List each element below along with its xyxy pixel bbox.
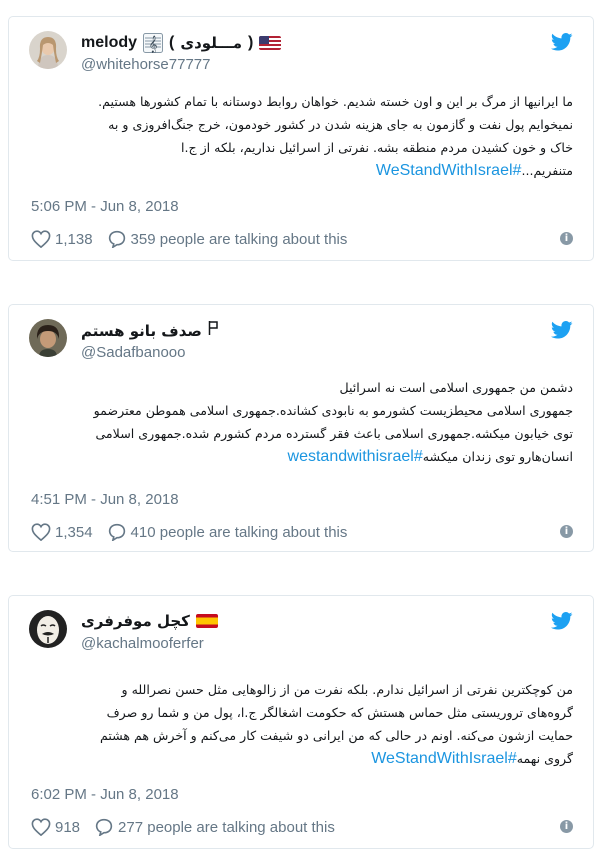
tweet-line: توی خیابون میکشه.جمهوری اسلامی باعث فقر … [95, 426, 573, 441]
tweet-line: خاک و خون کشیدن مردم منطقه بشه. نفرتی از… [180, 140, 573, 155]
avatar[interactable] [29, 610, 67, 648]
tweet-line-last: گروی نهمه#WeStandWithIsrael [29, 747, 573, 770]
talking-count: 277 people are talking about this [118, 818, 335, 836]
author-name[interactable]: melody [81, 34, 137, 52]
treble-clef-icon: 𝄞 [143, 33, 164, 53]
tweet-timestamp[interactable]: 5:06 PM - Jun 8, 2018 [31, 198, 179, 215]
author-name[interactable]: صدف بانو هستم [81, 322, 202, 340]
tweet-line: انسان‌هارو توی زندان میکشه [422, 449, 573, 464]
comment-icon [108, 523, 125, 541]
tweet-card: صدف بانو هستم @Sadafbanooo دشمن من جمهور… [8, 304, 594, 552]
author-name-row[interactable]: melody 𝄞 ( مـــلودی ) [81, 33, 282, 53]
author-handle[interactable]: @Sadafbanooo [81, 344, 185, 361]
info-icon[interactable]: i [560, 525, 573, 538]
like-action[interactable]: 1,138 [31, 230, 93, 248]
us-flag-icon [259, 36, 282, 50]
tweet-text: من کوچکترین نفرتی از اسرائیل ندارم. بلکه… [29, 678, 573, 770]
like-action[interactable]: 918 [31, 818, 80, 836]
tweet-card: melody 𝄞 ( مـــلودی ) @whitehorse77777 م… [8, 16, 594, 261]
twitter-bird-icon[interactable] [551, 612, 573, 630]
like-action[interactable]: 1,354 [31, 523, 93, 541]
author-name-row[interactable]: صدف بانو هستم [81, 321, 218, 340]
twitter-bird-icon[interactable] [551, 33, 573, 51]
tweet-line-last: انسان‌هارو توی زندان میکشه#westandwithis… [29, 445, 573, 468]
heart-icon [31, 818, 51, 836]
name-paren-close: ) [247, 34, 254, 51]
avatar[interactable] [29, 319, 67, 357]
tweet-line: حمایت ازشون می‌کنه. اونم در حالی که من ا… [99, 728, 573, 743]
talking-count: 410 people are talking about this [130, 523, 348, 541]
hashtag-link[interactable]: #WeStandWithIsrael [376, 162, 522, 179]
tweet-actions: 1,138 359 people are talking about this … [31, 227, 573, 251]
tweet-header: کچل موفرفری @kachalmooferfer [29, 610, 573, 660]
flag-icon [208, 321, 218, 340]
author-name-persian: مـــلودی [180, 34, 242, 52]
hashtag-link[interactable]: #WeStandWithIsrael [371, 750, 517, 767]
heart-icon [31, 523, 51, 541]
info-icon[interactable]: i [560, 232, 573, 245]
avatar[interactable] [29, 31, 67, 69]
tweet-header: صدف بانو هستم @Sadafbanooo [29, 319, 573, 369]
author-name-row[interactable]: کچل موفرفری [81, 612, 218, 630]
tweet-line: گروی نهمه [516, 751, 573, 766]
like-count: 1,354 [55, 523, 93, 541]
author-handle[interactable]: @kachalmooferfer [81, 635, 204, 652]
tweet-line: من کوچکترین نفرتی از اسرائیل ندارم. بلکه… [121, 682, 574, 697]
comment-icon [108, 230, 125, 248]
like-count: 918 [55, 818, 81, 836]
tweet-header: melody 𝄞 ( مـــلودی ) @whitehorse77777 [29, 31, 573, 81]
tweet-card: کچل موفرفری @kachalmooferfer من کوچکترین… [8, 595, 594, 849]
like-count: 1,138 [55, 230, 93, 248]
tweet-line: متنفریم... [521, 163, 573, 178]
tweet-line: جمهوری اسلامی محیطزیست کشورمو به نابودی … [93, 403, 573, 418]
tweet-line: نمیخوایم پول نفت و گازمون به جای هزینه ش… [108, 117, 573, 132]
twitter-bird-icon[interactable] [551, 321, 573, 339]
tweet-line: دشمن من جمهوری اسلامی است نه اسرائیل [339, 380, 573, 395]
reply-action[interactable]: 277 people are talking about this [94, 818, 335, 836]
hashtag-link[interactable]: #westandwithisrael [288, 448, 423, 465]
reply-action[interactable]: 410 people are talking about this [107, 523, 348, 541]
tweet-text: ما ایرانیها از مرگ بر این و اون خسته شدی… [29, 90, 573, 182]
talking-count: 359 people are talking about this [130, 230, 348, 248]
svg-text:𝄞: 𝄞 [149, 35, 158, 53]
tweet-line: ما ایرانیها از مرگ بر این و اون خسته شدی… [98, 94, 573, 109]
name-paren-open: ( [169, 34, 175, 51]
tweet-line-last: متنفریم...#WeStandWithIsrael [29, 159, 573, 182]
tweet-actions: 918 277 people are talking about this i [31, 815, 573, 839]
tweet-timestamp[interactable]: 6:02 PM - Jun 8, 2018 [31, 786, 179, 803]
author-handle[interactable]: @whitehorse77777 [81, 56, 210, 73]
tweet-line: گروه‌های تروریستی مثل حماس هستش که حکومت… [106, 705, 573, 720]
author-name[interactable]: کچل موفرفری [81, 612, 190, 630]
tweet-text: دشمن من جمهوری اسلامی است نه اسرائیل جمه… [29, 376, 573, 468]
heart-icon [31, 230, 51, 248]
comment-icon [95, 818, 113, 836]
info-icon[interactable]: i [560, 820, 573, 833]
tweet-actions: 1,354 410 people are talking about this … [31, 520, 573, 544]
spain-flag-icon [195, 614, 218, 628]
reply-action[interactable]: 359 people are talking about this [107, 230, 348, 248]
tweet-timestamp[interactable]: 4:51 PM - Jun 8, 2018 [31, 491, 179, 508]
